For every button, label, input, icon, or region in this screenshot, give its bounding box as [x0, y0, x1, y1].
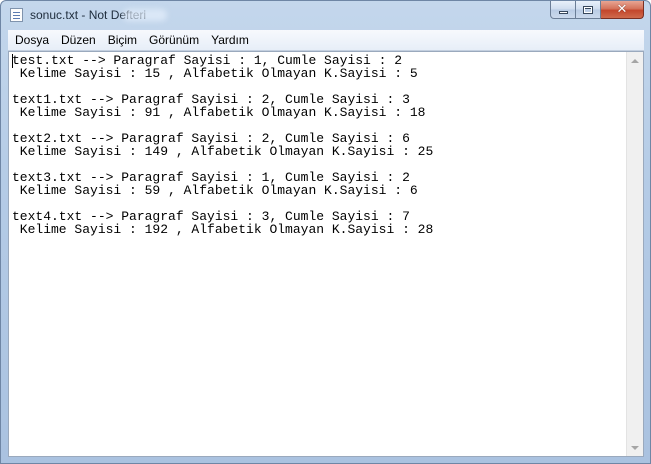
title-glass-glow [123, 9, 167, 21]
maximize-button[interactable] [576, 1, 601, 19]
title-bar[interactable]: sonuc.txt - Not Defteri ✕ [1, 1, 650, 30]
scroll-up-arrow-icon [631, 58, 639, 63]
text-area[interactable]: test.txt --> Paragraf Sayisi : 1, Cumle … [9, 52, 626, 456]
document-text[interactable]: test.txt --> Paragraf Sayisi : 1, Cumle … [9, 52, 626, 236]
text-caret [12, 54, 13, 68]
notepad-window: sonuc.txt - Not Defteri ✕ Dosya Düzen Bi… [0, 0, 651, 464]
minimize-icon [558, 11, 568, 14]
caption-buttons: ✕ [550, 1, 644, 20]
vertical-scrollbar[interactable] [626, 52, 643, 456]
text-editor[interactable]: test.txt --> Paragraf Sayisi : 1, Cumle … [8, 51, 644, 457]
menu-bicim[interactable]: Biçim [102, 30, 143, 50]
close-icon: ✕ [616, 2, 628, 17]
menu-yardim[interactable]: Yardım [205, 30, 255, 50]
scroll-up-button[interactable] [627, 52, 643, 69]
minimize-button[interactable] [550, 1, 576, 19]
scroll-down-button[interactable] [627, 439, 643, 456]
scroll-down-arrow-icon [631, 445, 639, 450]
menu-bar: Dosya Düzen Biçim Görünüm Yardım [8, 30, 644, 51]
menu-gorunum[interactable]: Görünüm [143, 30, 205, 50]
close-button[interactable]: ✕ [601, 1, 644, 19]
notepad-icon[interactable] [10, 8, 23, 22]
menu-dosya[interactable]: Dosya [8, 30, 55, 50]
menu-duzen[interactable]: Düzen [55, 30, 102, 50]
maximize-icon [583, 5, 593, 14]
